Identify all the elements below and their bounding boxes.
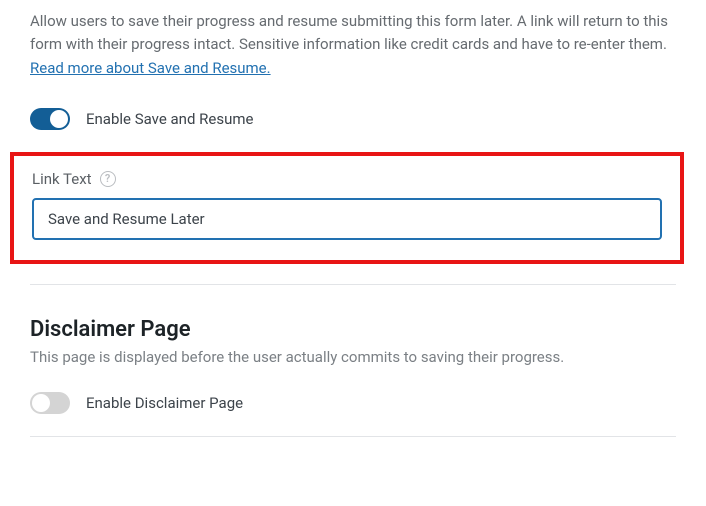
toggle-knob xyxy=(32,394,50,412)
enable-disclaimer-row: Enable Disclaimer Page xyxy=(30,392,676,414)
link-text-label: Link Text xyxy=(32,170,92,188)
save-resume-description: Allow users to save their progress and r… xyxy=(30,10,676,80)
enable-save-resume-label: Enable Save and Resume xyxy=(86,110,253,128)
enable-disclaimer-label: Enable Disclaimer Page xyxy=(86,394,243,412)
toggle-knob xyxy=(50,110,68,128)
enable-disclaimer-toggle[interactable] xyxy=(30,392,70,414)
section-divider xyxy=(30,284,676,285)
description-text: Allow users to save their progress and r… xyxy=(30,12,668,53)
enable-save-resume-toggle[interactable] xyxy=(30,108,70,130)
link-text-input[interactable] xyxy=(32,198,662,240)
help-icon[interactable]: ? xyxy=(100,171,116,187)
help-icon-char: ? xyxy=(105,172,110,185)
link-text-label-row: Link Text ? xyxy=(32,170,662,188)
learn-more-link[interactable]: Read more about Save and Resume. xyxy=(30,59,271,77)
disclaimer-page-title: Disclaimer Page xyxy=(30,317,676,342)
enable-save-resume-row: Enable Save and Resume xyxy=(30,108,676,130)
link-text-highlight-box: Link Text ? xyxy=(10,152,684,264)
disclaimer-page-description: This page is displayed before the user a… xyxy=(30,348,676,366)
section-divider-2 xyxy=(30,436,676,437)
